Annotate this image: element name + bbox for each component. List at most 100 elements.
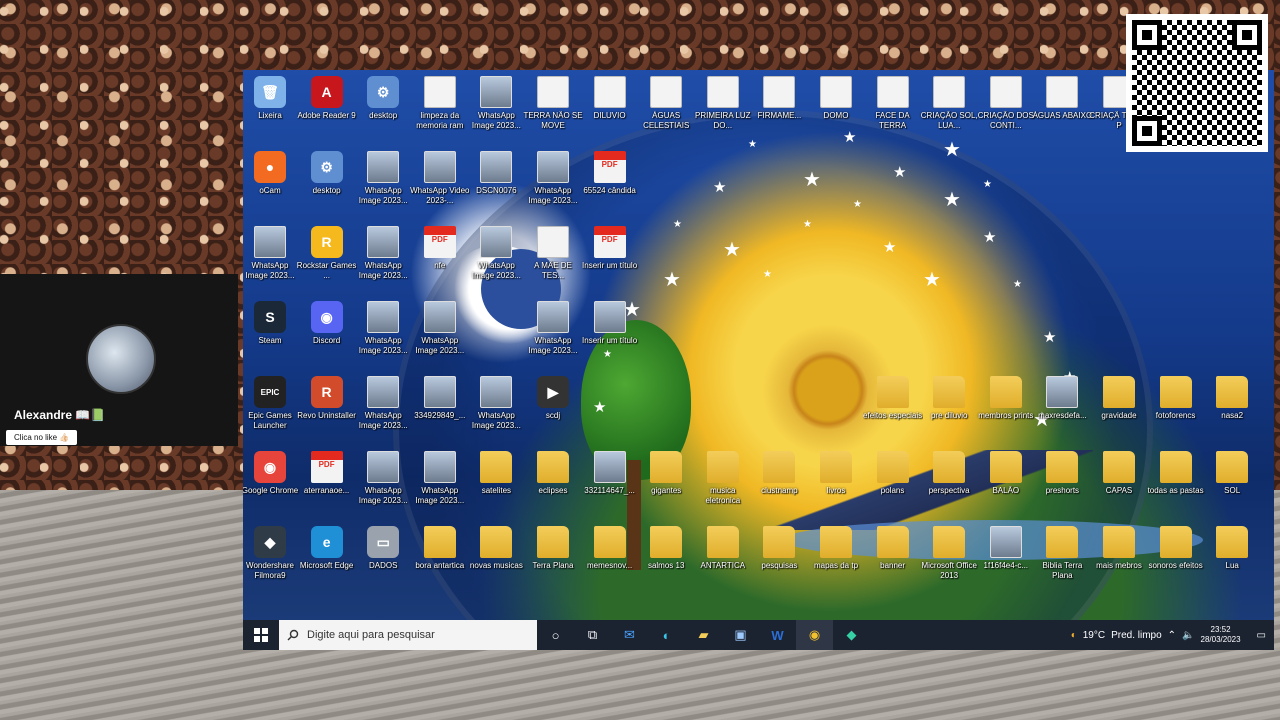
desktop-icon[interactable]: maxresdefa... (1032, 376, 1092, 421)
desktop-icon[interactable]: ◉ Google Chrome (243, 451, 300, 496)
desktop-icon[interactable]: satelites (466, 451, 526, 496)
desktop-icon[interactable]: CRIAÇÃO DOS CONTI... (976, 76, 1036, 131)
desktop-icon[interactable]: ⚙ desktop (353, 76, 413, 121)
desktop-icon[interactable]: ÁGUAS ABAIXO (1032, 76, 1092, 121)
desktop-icon[interactable]: memesnov... (580, 526, 640, 571)
desktop-icon[interactable]: SOL (1202, 451, 1262, 496)
desktop-icon[interactable]: mapas da tp (806, 526, 866, 571)
clock[interactable]: 23:52 28/03/2023 (1201, 625, 1241, 645)
desktop-icon[interactable]: Biblia Terra Plana (1032, 526, 1092, 581)
desktop-icon[interactable]: Microsoft Office 2013 (919, 526, 979, 581)
desktop-icon[interactable]: pesquisas (749, 526, 809, 571)
weather-temp[interactable]: 19°C (1083, 630, 1105, 641)
desktop-icon[interactable]: Lua (1202, 526, 1262, 571)
desktop-icon[interactable]: ◉ Discord (297, 301, 357, 346)
desktop-icon[interactable]: ⚙ desktop (297, 151, 357, 196)
desktop-icon[interactable]: nasa2 (1202, 376, 1262, 421)
desktop-icon[interactable]: gigantes (636, 451, 696, 496)
desktop-icon[interactable]: WhatsApp Image 2023... (243, 226, 300, 281)
desktop-icon[interactable]: WhatsApp Video 2023-... (410, 151, 470, 206)
desktop-icon[interactable]: CRIAÇÃO SOL, LUA... (919, 76, 979, 131)
desktop-icon[interactable]: Inserir um título (580, 301, 640, 346)
desktop-icon[interactable]: novas musicas (466, 526, 526, 571)
desktop-icon[interactable]: PDF Inserir um título (580, 226, 640, 271)
start-button[interactable] (243, 620, 279, 650)
desktop-icon[interactable]: ▭ DADOS (353, 526, 413, 571)
desktop-icon[interactable]: WhatsApp Image 2023... (353, 151, 413, 206)
desktop-icon[interactable]: ÁGUAS CELESTIAIS (636, 76, 696, 131)
desktop-icon[interactable]: PDF nfe (410, 226, 470, 271)
desktop-icon[interactable]: WhatsApp Image 2023... (353, 301, 413, 356)
notifications-icon[interactable]: ▭ (1257, 630, 1266, 641)
taskbar-edge[interactable]: ◐ (648, 620, 685, 650)
desktop-icon[interactable]: ● oCam (243, 151, 300, 196)
desktop-icon[interactable]: WhatsApp Image 2023... (523, 151, 583, 206)
desktop-icon[interactable]: BALÃO (976, 451, 1036, 496)
desktop-icon[interactable]: fotoforencs (1146, 376, 1206, 421)
desktop-icon[interactable]: WhatsApp Image 2023... (410, 301, 470, 356)
desktop-icon[interactable]: salmos 13 (636, 526, 696, 571)
desktop-icon[interactable]: WhatsApp Image 2023... (523, 301, 583, 356)
desktop-icon[interactable]: TERRA NÃO SE MOVE (523, 76, 583, 131)
desktop-icon[interactable]: ▶ scdj (523, 376, 583, 421)
taskbar-store[interactable]: ▣ (722, 620, 759, 650)
desktop-icon[interactable]: todas as pastas (1146, 451, 1206, 496)
desktop-icon[interactable]: banner (863, 526, 923, 571)
desktop-icon[interactable]: polans (863, 451, 923, 496)
desktop-icon[interactable]: PDF 65524 cândida (580, 151, 640, 196)
desktop-icon[interactable]: pre diluvio (919, 376, 979, 421)
desktop-icon[interactable]: FACE DA TERRA (863, 76, 923, 131)
desktop-icon[interactable]: PRIMEIRA LUZ DO... (693, 76, 753, 131)
desktop-icon[interactable]: gravidade (1089, 376, 1149, 421)
taskbar-file-explorer[interactable]: ▰ (685, 620, 722, 650)
desktop-icon[interactable]: R Rockstar Games ... (297, 226, 357, 281)
taskbar-search-box[interactable]: Digite aqui para pesquisar (279, 620, 537, 650)
task-view-button[interactable]: ⧉ (574, 620, 611, 650)
desktop-icon[interactable]: A MÃE DE TES... (523, 226, 583, 281)
desktop-icon[interactable]: preshorts (1032, 451, 1092, 496)
desktop-icon[interactable]: livros (806, 451, 866, 496)
taskbar-word[interactable]: W (759, 620, 796, 650)
desktop-icon[interactable]: EPIC Epic Games Launcher (243, 376, 300, 431)
desktop-icon[interactable]: musica eletronica (693, 451, 753, 506)
desktop-icon[interactable]: FIRMAME... (749, 76, 809, 121)
desktop-icon[interactable]: ◆ Wondershare Filmora9 (243, 526, 300, 581)
desktop-icon[interactable]: mais mebros (1089, 526, 1149, 571)
chevron-up-icon[interactable]: ⌃ (1168, 630, 1176, 641)
desktop-icon[interactable]: A Adobe Reader 9 (297, 76, 357, 121)
desktop-icon[interactable]: perspectiva (919, 451, 979, 496)
desktop-icon[interactable]: WhatsApp Image 2023... (353, 226, 413, 281)
desktop-icon[interactable]: WhatsApp Image 2023... (353, 451, 413, 506)
taskbar-filmora[interactable]: ◆ (833, 620, 870, 650)
desktop-icon[interactable]: 1f16f4e4-c... (976, 526, 1036, 571)
desktop-icon[interactable]: WhatsApp Image 2023... (466, 376, 526, 431)
desktop-icon[interactable]: efeitos especiais (863, 376, 923, 421)
desktop-icon[interactable]: ANTARTICA (693, 526, 753, 571)
desktop-icon[interactable]: 334929849_... (410, 376, 470, 421)
desktop-icon[interactable]: PDF aterranaoe... (297, 451, 357, 496)
desktop-icon[interactable]: 332114647_... (580, 451, 640, 496)
desktop-icon[interactable]: CAPAS (1089, 451, 1149, 496)
desktop-icon[interactable]: DILUVIO (580, 76, 640, 121)
cortana-button[interactable]: ○ (537, 620, 574, 650)
desktop-icon[interactable]: Terra Plana (523, 526, 583, 571)
desktop-icon[interactable]: WhatsApp Image 2023... (466, 76, 526, 131)
desktop-icon[interactable]: R Revo Uninstaller (297, 376, 357, 421)
desktop-icon[interactable]: sonoros efeitos (1146, 526, 1206, 571)
desktop-icon[interactable]: clustnamp (749, 451, 809, 496)
taskbar-mail[interactable]: ✉ (611, 620, 648, 650)
desktop-icon[interactable]: DOMO (806, 76, 866, 121)
desktop-icon[interactable]: DSCN0076 (466, 151, 526, 196)
desktop-icon[interactable]: limpeza da memoria ram (410, 76, 470, 131)
weather-text[interactable]: Pred. limpo (1111, 630, 1162, 641)
taskbar-chrome[interactable]: ◉ (796, 620, 833, 650)
desktop-icon[interactable]: e Microsoft Edge (297, 526, 357, 571)
volume-icon[interactable]: 🔈 (1182, 630, 1194, 641)
desktop-icon[interactable]: S Steam (243, 301, 300, 346)
desktop-icon[interactable]: bora antartica (410, 526, 470, 571)
desktop-icon[interactable]: 🗑 Lixeira (243, 76, 300, 121)
desktop-icon[interactable]: WhatsApp Image 2023... (353, 376, 413, 431)
desktop-icon[interactable]: membros prints (976, 376, 1036, 421)
desktop-icon[interactable]: WhatsApp Image 2023... (466, 226, 526, 281)
desktop-icon[interactable]: WhatsApp Image 2023... (410, 451, 470, 506)
